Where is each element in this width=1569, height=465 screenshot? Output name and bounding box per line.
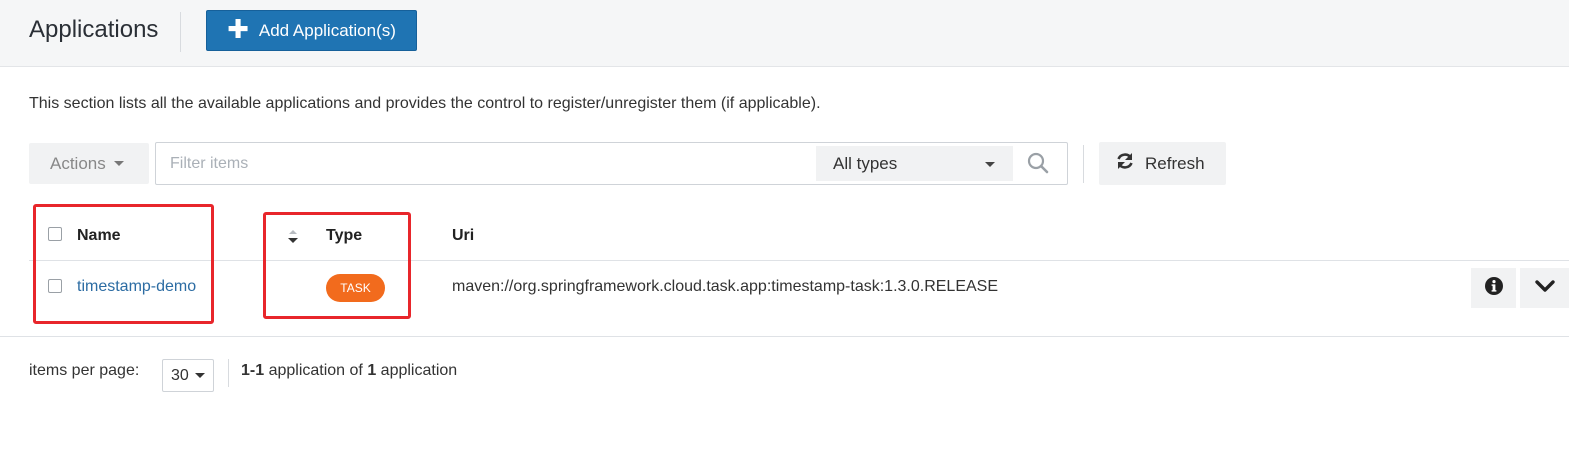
header-divider bbox=[180, 12, 181, 52]
table-header-divider bbox=[29, 260, 1569, 261]
application-uri: maven://org.springframework.cloud.task.a… bbox=[452, 278, 999, 295]
refresh-button[interactable]: Refresh bbox=[1099, 142, 1226, 185]
add-application-button[interactable]: ✚ Add Application(s) bbox=[206, 10, 417, 51]
chevron-down-icon bbox=[1534, 279, 1556, 298]
info-button[interactable] bbox=[1471, 268, 1516, 308]
items-per-page-label: items per page: bbox=[29, 362, 140, 379]
pagination-range: 1-1 bbox=[241, 362, 265, 379]
section-description: This section lists all the available app… bbox=[29, 95, 821, 112]
info-icon bbox=[1484, 276, 1504, 301]
chevron-down-icon bbox=[113, 161, 124, 166]
refresh-icon bbox=[1115, 151, 1135, 176]
filter-input[interactable] bbox=[156, 143, 811, 184]
items-per-page-select[interactable]: 30 bbox=[162, 359, 214, 392]
search-icon[interactable] bbox=[1027, 152, 1049, 179]
pagination-summary: 1-1 application of 1 application bbox=[241, 362, 457, 380]
add-application-label: Add Application(s) bbox=[258, 20, 396, 40]
chevron-down-icon bbox=[194, 373, 205, 378]
plus-icon: ✚ bbox=[227, 14, 249, 44]
expand-row-button[interactable] bbox=[1520, 268, 1569, 308]
actions-dropdown[interactable]: Actions bbox=[29, 143, 149, 184]
table-bottom-divider bbox=[0, 336, 1569, 337]
toolbar-divider bbox=[1083, 145, 1084, 183]
highlight-box-type-column bbox=[263, 212, 411, 319]
highlight-box-name-column bbox=[33, 204, 214, 324]
pagination-suffix: application bbox=[376, 362, 458, 379]
refresh-label: Refresh bbox=[1145, 153, 1205, 173]
pagination-middle-text: application of bbox=[264, 362, 368, 379]
pager-divider bbox=[228, 359, 229, 387]
column-header-uri: Uri bbox=[452, 227, 475, 244]
page-title: Applications bbox=[29, 16, 159, 43]
items-per-page-value: 30 bbox=[171, 366, 189, 384]
chevron-down-icon bbox=[985, 162, 995, 167]
type-select-value: All types bbox=[833, 153, 898, 173]
filter-box: All types bbox=[155, 142, 1068, 185]
actions-label: Actions bbox=[50, 153, 106, 173]
pagination-total: 1 bbox=[367, 362, 377, 379]
type-select[interactable]: All types bbox=[816, 146, 1013, 181]
page-header: Applications ✚ Add Application(s) bbox=[0, 0, 1569, 67]
